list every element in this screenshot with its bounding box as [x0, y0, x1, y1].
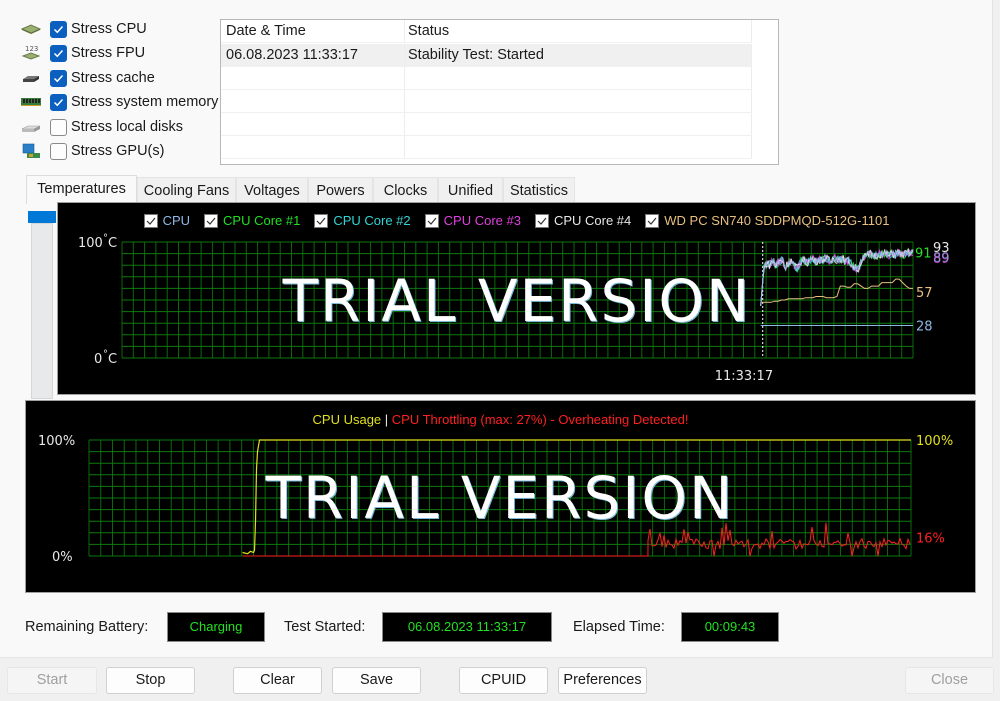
tab-powers[interactable]: Powers [308, 177, 373, 203]
temperature-graph: CPU CPU Core #1 CPU Core #2 CPU Core #3 CPU … [57, 202, 976, 395]
log-row[interactable]: 06.08.2023 11:33:17 Stability Test: Star… [221, 44, 752, 67]
event-log-table[interactable]: Date & Time Status 06.08.2023 11:33:17 S… [220, 19, 779, 165]
unit-label: C [108, 352, 117, 367]
battery-value: Charging [167, 612, 265, 642]
device-list-scroll-area[interactable] [31, 223, 53, 399]
stop-button[interactable]: Stop [106, 667, 195, 694]
fpu-chip-icon: 123 [20, 45, 42, 61]
battery-label: Remaining Battery: [25, 619, 149, 635]
temperature-plot: 100 ° C0 ° CTRIAL VERSIONTRIAL VERSION11:33:… [78, 233, 950, 384]
current-value-label: 28 [916, 320, 933, 335]
y-axis-bottom-label: 0 [94, 352, 102, 367]
save-button[interactable]: Save [332, 667, 421, 694]
stress-cpu-option[interactable]: Stress CPU [20, 18, 230, 40]
preferences-button[interactable]: Preferences [558, 667, 647, 694]
current-value-label: 91 [915, 246, 932, 261]
tab-temperatures[interactable]: Temperatures [26, 175, 137, 204]
cpu-chip-icon [20, 21, 42, 37]
clear-button[interactable]: Clear [233, 667, 322, 694]
test-started-label: Test Started: [284, 619, 366, 635]
test-started-value: 06.08.2023 11:33:17 [382, 612, 552, 642]
cpuid-button[interactable]: CPUID [459, 667, 548, 694]
tab-clocks[interactable]: Clocks [373, 177, 438, 203]
sensor-device-list[interactable] [28, 208, 56, 399]
stress-cache-option[interactable]: Stress cache [20, 67, 230, 89]
unit-label: C [108, 236, 117, 251]
stress-cache-label: Stress cache [71, 70, 155, 86]
memory-module-icon [20, 94, 42, 110]
current-value-label: 16% [916, 531, 945, 546]
cache-chip-icon [20, 70, 42, 86]
close-button[interactable]: Close [905, 667, 994, 694]
elapsed-time-value: 00:09:43 [681, 612, 779, 642]
stress-memory-option[interactable]: Stress system memory [20, 91, 230, 113]
svg-text:123: 123 [25, 45, 38, 53]
column-header-datetime[interactable]: Date & Time [221, 20, 405, 42]
tab-statistics[interactable]: Statistics [503, 177, 575, 203]
stress-disks-checkbox[interactable] [50, 118, 67, 136]
tab-unified[interactable]: Unified [438, 177, 503, 203]
stress-cache-checkbox[interactable] [50, 69, 67, 87]
y-axis-top-label: 100% [38, 434, 75, 449]
elapsed-time-label: Elapsed Time: [573, 619, 665, 635]
gpu-card-icon [20, 143, 42, 159]
log-row-empty [221, 136, 752, 159]
stress-fpu-checkbox[interactable] [50, 44, 67, 62]
current-value-label: 89 [933, 251, 950, 266]
stress-memory-label: Stress system memory [71, 94, 219, 110]
stress-gpu-checkbox[interactable] [50, 142, 67, 160]
stress-disks-option[interactable]: Stress local disks [20, 116, 230, 138]
log-row-empty [221, 90, 752, 113]
selected-device-item[interactable] [28, 211, 56, 223]
stress-cpu-label: Stress CPU [71, 21, 147, 37]
log-header-row: Date & Time Status [221, 20, 752, 43]
stress-gpu-label: Stress GPU(s) [71, 143, 165, 159]
stress-fpu-label: Stress FPU [71, 45, 146, 61]
log-datetime: 06.08.2023 11:33:17 [221, 44, 405, 66]
x-marker-time-label: 11:33:17 [715, 369, 773, 384]
stress-cpu-checkbox[interactable] [50, 20, 67, 38]
cpu-usage-graph: CPU Usage | CPU Throttling (max: 27%) - … [25, 400, 976, 593]
log-row-empty [221, 67, 752, 90]
start-button[interactable]: Start [7, 667, 97, 694]
tab-voltages[interactable]: Voltages [236, 177, 308, 203]
trial-watermark: TRIAL VERSION [265, 464, 735, 532]
current-value-label: 57 [916, 286, 933, 301]
cpu-usage-plot: 100%0%TRIAL VERSIONTRIAL VERSION100%16% [38, 434, 953, 565]
log-row-empty [221, 113, 752, 136]
log-status: Stability Test: Started [405, 44, 752, 66]
y-axis-bottom-label: 0% [52, 550, 73, 565]
disk-drive-icon [20, 119, 42, 135]
y-axis-top-label: 100 [78, 236, 103, 251]
trial-watermark: TRIAL VERSION [282, 267, 752, 335]
stress-disks-label: Stress local disks [71, 119, 184, 135]
current-value-label: 100% [916, 434, 953, 449]
stress-memory-checkbox[interactable] [50, 93, 67, 111]
stress-gpu-option[interactable]: Stress GPU(s) [20, 140, 230, 162]
stress-fpu-option[interactable]: 123 Stress FPU [20, 42, 230, 64]
column-header-status[interactable]: Status [405, 20, 752, 42]
tab-cooling-fans[interactable]: Cooling Fans [137, 177, 236, 203]
